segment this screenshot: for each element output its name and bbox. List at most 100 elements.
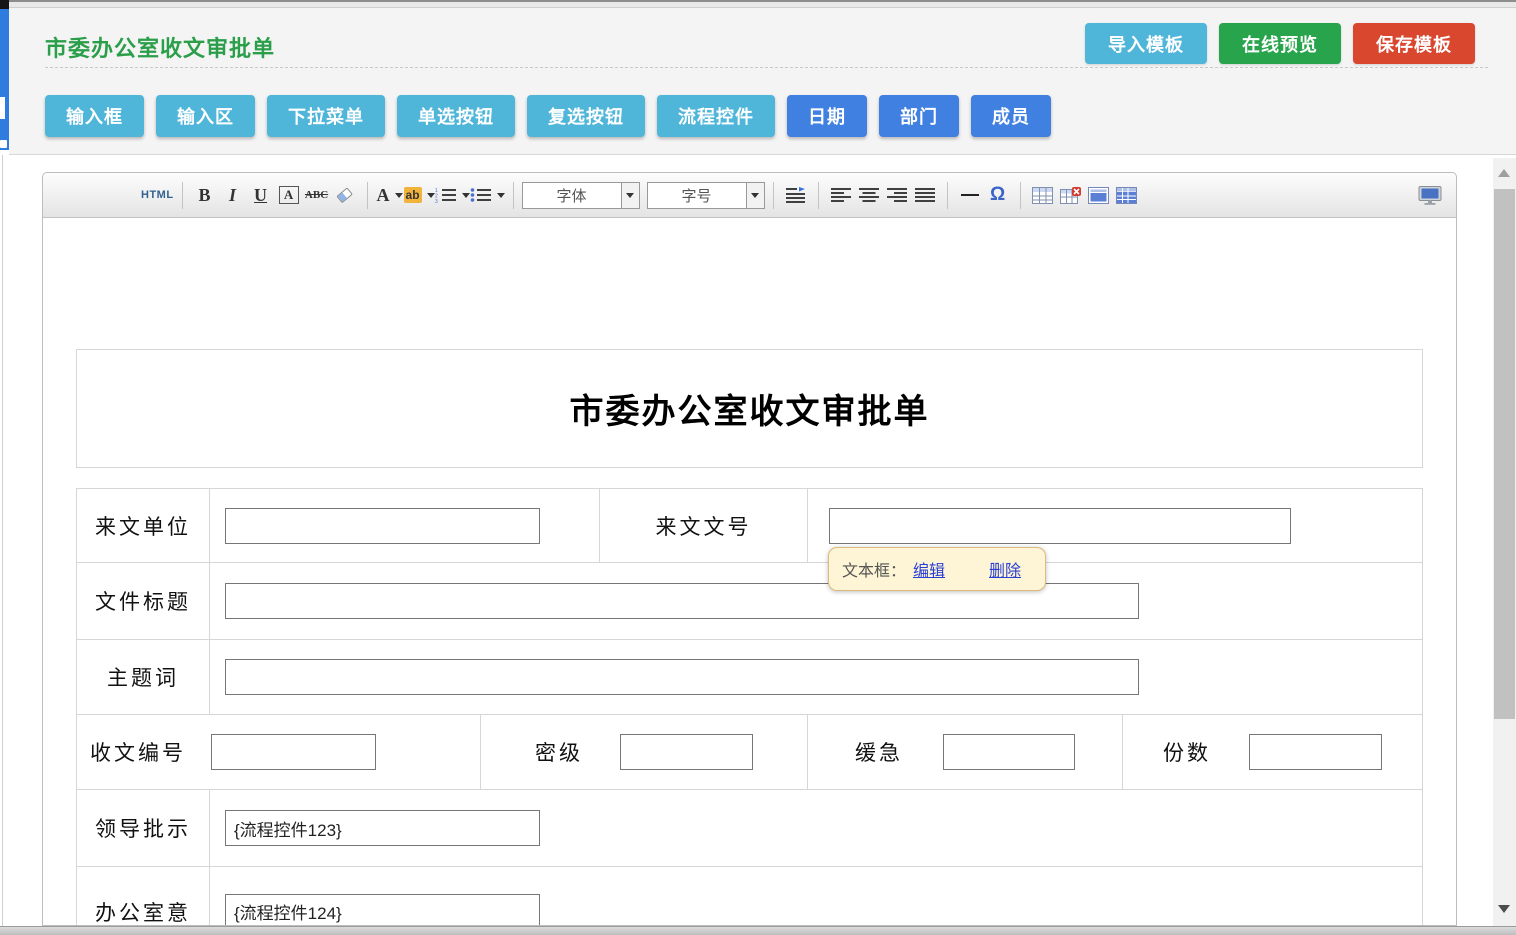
toolbar-separator (367, 182, 368, 209)
header-divider (45, 67, 1488, 68)
tooltip-edit-link[interactable]: 编辑 (913, 557, 945, 581)
window-bottom-bar (0, 926, 1516, 935)
table-row: 来文单位 来文文号 (77, 489, 1422, 562)
table-row: 收文编号 密级 缓急 份数 (77, 714, 1422, 789)
add-radio-button[interactable]: 单选按钮 (397, 95, 515, 137)
receipt-no-input[interactable] (211, 734, 376, 770)
table-row: 领导批示 (77, 789, 1422, 866)
save-template-button[interactable]: 保存模板 (1353, 23, 1475, 64)
tooltip-delete-link[interactable]: 删除 (989, 557, 1021, 581)
align-right-button[interactable] (883, 180, 911, 210)
special-char-button[interactable]: Ω (984, 180, 1012, 210)
add-input-box-button[interactable]: 输入框 (45, 95, 144, 137)
numbered-list-icon: 1 2 3 (435, 187, 457, 203)
source-doc-no-input[interactable] (829, 508, 1291, 544)
font-format-button[interactable]: A (275, 180, 303, 210)
cell-leader-comment-input (209, 790, 1422, 866)
document-title: 市委办公室收文审批单 (570, 384, 930, 433)
window-top-edge (0, 0, 1516, 8)
numbered-list-button[interactable]: 1 2 3 (435, 180, 470, 210)
chevron-down-icon (427, 193, 435, 198)
copies-input[interactable] (1249, 734, 1382, 770)
cell-office-opinion-input (209, 867, 1422, 926)
align-justify-button[interactable] (911, 180, 939, 210)
add-textarea-button[interactable]: 输入区 (156, 95, 255, 137)
font-family-select[interactable]: 字体 (522, 182, 640, 209)
window-left-border (2, 155, 3, 926)
subject-input[interactable] (225, 659, 1139, 695)
form-table: 来文单位 来文文号 文件标题 主题词 (76, 488, 1423, 926)
cell-properties-button[interactable] (1113, 180, 1141, 210)
add-checkbox-button[interactable]: 复选按钮 (527, 95, 645, 137)
field-tooltip: 文本框： 编辑 删除 (828, 547, 1046, 591)
background-text-fragment (0, 140, 7, 148)
align-center-icon (859, 188, 879, 202)
monitor-icon (1418, 186, 1442, 205)
background-text-fragment (0, 97, 5, 119)
insert-table-button[interactable] (1029, 180, 1057, 210)
label-source-unit: 来文单位 (77, 489, 209, 562)
document-title-box: 市委办公室收文审批单 (76, 349, 1423, 468)
editor-document[interactable]: 市委办公室收文审批单 来文单位 来文文号 文件标题 主题词 (43, 218, 1456, 926)
import-template-button[interactable]: 导入模板 (1085, 23, 1207, 64)
leader-comment-input[interactable] (225, 810, 540, 846)
align-left-icon (831, 188, 851, 202)
combo-arrow[interactable] (621, 183, 639, 208)
background-panel-strip (0, 0, 9, 150)
bold-button[interactable]: B (191, 180, 219, 210)
bullet-list-icon (470, 187, 492, 203)
cell-properties-icon (1116, 187, 1137, 204)
add-date-button[interactable]: 日期 (787, 95, 867, 137)
combo-arrow[interactable] (746, 183, 764, 208)
chevron-down-icon (462, 193, 470, 198)
delete-table-button[interactable] (1057, 180, 1085, 210)
label-doc-title: 文件标题 (77, 563, 209, 639)
cell-copies: 份数 (1122, 715, 1422, 789)
table-row: 文件标题 (77, 562, 1422, 639)
strikethrough-button[interactable]: ABC (303, 180, 331, 210)
add-dropdown-button[interactable]: 下拉菜单 (267, 95, 385, 137)
vertical-scrollbar[interactable] (1493, 158, 1516, 926)
table-properties-icon (1088, 187, 1109, 204)
scrollbar-thumb[interactable] (1494, 189, 1515, 719)
highlight-button[interactable]: ab (404, 180, 435, 210)
field-type-toolbar: 输入框 输入区 下拉菜单 单选按钮 复选按钮 流程控件 日期 部门 成员 (45, 95, 1051, 137)
office-opinion-input[interactable] (225, 894, 540, 927)
underline-button[interactable]: U (247, 180, 275, 210)
scroll-up-arrow-icon[interactable] (1498, 169, 1510, 177)
tooltip-label: 文本框： (842, 557, 906, 581)
maximize-button[interactable] (1416, 180, 1444, 210)
font-size-select[interactable]: 字号 (647, 182, 765, 209)
font-family-value: 字体 (523, 183, 621, 208)
indent-icon (786, 187, 806, 203)
online-preview-button[interactable]: 在线预览 (1219, 23, 1341, 64)
toolbar-separator (818, 182, 819, 209)
toolbar-separator (182, 182, 183, 209)
table-row: 办公室意 (77, 866, 1422, 926)
scroll-down-arrow-icon[interactable] (1498, 905, 1510, 913)
italic-button[interactable]: I (219, 180, 247, 210)
align-left-button[interactable] (827, 180, 855, 210)
align-center-button[interactable] (855, 180, 883, 210)
bullet-list-button[interactable] (470, 180, 505, 210)
toolbar-separator (773, 182, 774, 209)
cell-doc-title-input (209, 563, 1422, 639)
highlight-icon: ab (404, 187, 422, 203)
font-color-button[interactable]: A (376, 180, 404, 210)
table-icon (1032, 187, 1053, 204)
add-department-button[interactable]: 部门 (879, 95, 959, 137)
rich-text-editor: HTML B I U A ABC A ab 1 2 (42, 172, 1457, 926)
table-properties-button[interactable] (1085, 180, 1113, 210)
source-unit-input[interactable] (225, 508, 540, 544)
font-color-letter: A (377, 185, 390, 206)
secrecy-input[interactable] (620, 734, 753, 770)
html-source-button[interactable]: HTML (141, 180, 174, 210)
indent-button[interactable] (782, 180, 810, 210)
horizontal-rule-button[interactable] (956, 180, 984, 210)
remove-format-button[interactable] (331, 180, 359, 210)
add-flow-control-button[interactable]: 流程控件 (657, 95, 775, 137)
font-box-icon: A (279, 186, 299, 204)
chevron-down-icon (497, 193, 505, 198)
add-member-button[interactable]: 成员 (971, 95, 1051, 137)
urgency-input[interactable] (943, 734, 1075, 770)
